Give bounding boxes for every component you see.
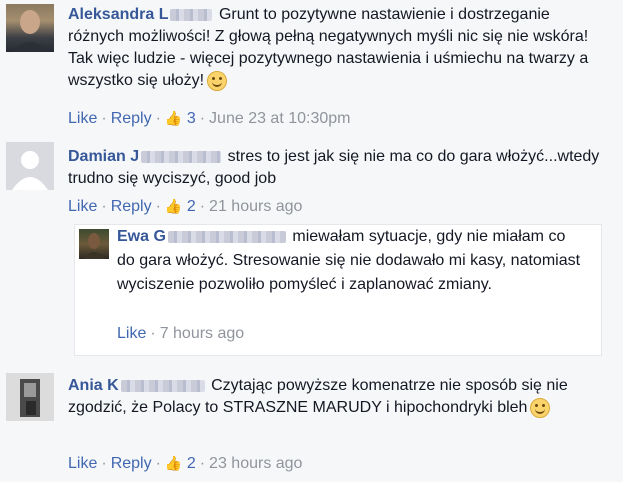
smile-emoji-icon [530, 397, 551, 418]
comment-body: Damian J stres to jest jak się nie ma co… [68, 146, 607, 190]
like-count[interactable]: 3 [187, 110, 196, 127]
reply-actions: Like · 7 hours ago [117, 325, 245, 342]
reply-link[interactable]: Reply [111, 198, 152, 215]
timestamp[interactable]: 21 hours ago [209, 198, 302, 215]
redacted-surname [120, 379, 205, 392]
comment-item: Damian J stres to jest jak się nie ma co… [0, 132, 623, 361]
timestamp[interactable]: June 23 at 10:30pm [209, 110, 350, 127]
redacted-surname [141, 150, 222, 163]
reply-link[interactable]: Reply [111, 110, 152, 127]
like-link[interactable]: Like [68, 110, 97, 127]
like-count[interactable]: 2 [187, 198, 196, 215]
comment-actions: Like · Reply · 👍 2 · 21 hours ago [68, 196, 303, 216]
reply-comment: Ewa G miewałam sytuacje, gdy nie miałam … [74, 224, 602, 356]
comment-author[interactable]: Damian J [68, 148, 139, 165]
reply-body: Ewa G miewałam sytuacje, gdy nie miałam … [117, 225, 587, 297]
avatar[interactable] [6, 373, 54, 421]
redacted-surname [170, 8, 213, 21]
comment-body: Ania K Czytając powyższe komenatrze nie … [68, 375, 607, 419]
like-link[interactable]: Like [117, 325, 146, 342]
avatar-default[interactable] [6, 142, 54, 190]
like-count[interactable]: 2 [187, 455, 196, 472]
timestamp[interactable]: 7 hours ago [160, 325, 245, 342]
comment-item: Ania K Czytając powyższe komenatrze nie … [0, 361, 623, 482]
comment-item: Aleksandra L Grunt to pozytywne nastawie… [0, 0, 623, 132]
comment-author[interactable]: Ania K [68, 377, 119, 394]
like-link[interactable]: Like [68, 198, 97, 215]
comment-author[interactable]: Aleksandra L [68, 6, 168, 23]
reply-author[interactable]: Ewa G [117, 228, 166, 245]
thumbs-up-icon[interactable]: 👍 [165, 196, 182, 216]
thumbs-up-icon[interactable]: 👍 [165, 108, 182, 128]
comment-actions: Like · Reply · 👍 3 · June 23 at 10:30pm [68, 108, 351, 128]
thumbs-up-icon[interactable]: 👍 [165, 453, 182, 473]
avatar[interactable] [6, 4, 54, 52]
timestamp[interactable]: 23 hours ago [209, 455, 302, 472]
reply-link[interactable]: Reply [111, 455, 152, 472]
redacted-surname [167, 230, 286, 243]
comment-actions: Like · Reply · 👍 2 · 23 hours ago [68, 453, 303, 473]
smile-emoji-icon [207, 70, 228, 91]
avatar-small[interactable] [79, 229, 109, 259]
comment-body: Aleksandra L Grunt to pozytywne nastawie… [68, 4, 607, 92]
like-link[interactable]: Like [68, 455, 97, 472]
